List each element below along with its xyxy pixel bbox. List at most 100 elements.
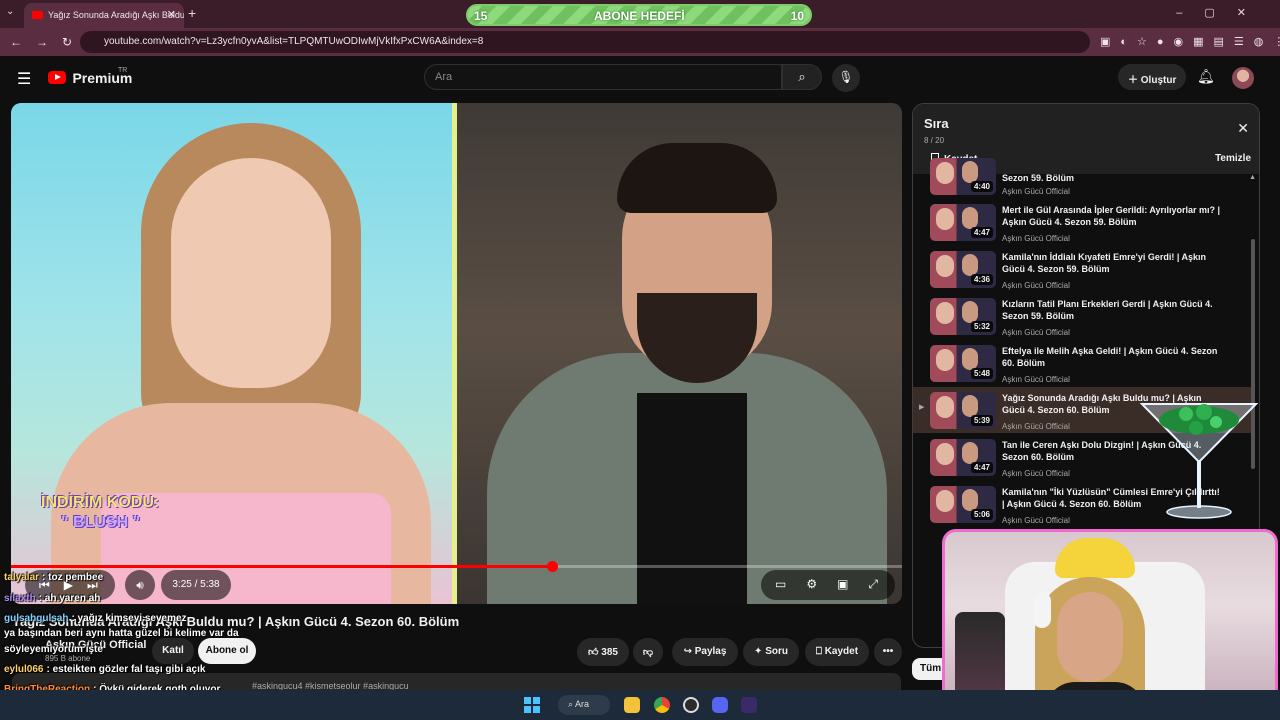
video-frame-right <box>457 103 902 604</box>
thumbnail-person <box>962 348 978 370</box>
goal-current: 15 <box>474 9 488 23</box>
playlist-item[interactable]: 4:36 Kamila'nın İddialı Kıyafeti Emre'yi … <box>913 246 1253 292</box>
share-button[interactable]: ↪ Paylaş <box>672 638 738 666</box>
video-person-face <box>171 158 331 388</box>
share-icon: ↪ <box>683 646 695 657</box>
player-settings-controls[interactable]: ▭⚙▣⤢ <box>761 570 895 600</box>
obs-icon[interactable] <box>683 697 699 713</box>
chat-message: ya başından beri aynı hatta güzel bi kel… <box>4 628 239 639</box>
discord-icon[interactable] <box>712 697 728 713</box>
playlist-item-title[interactable]: Mert ile Gül Arasında İpler Gerildi: Ayr… <box>1002 204 1224 228</box>
youtube-play-icon <box>48 71 66 85</box>
chat-message: söyleyemiyorum işte <box>4 644 103 655</box>
thumbnail-person <box>962 254 978 276</box>
chat-text: ya başından beri aynı hatta güzel bi kel… <box>4 628 239 639</box>
save-button[interactable]: ⎕ Kaydet <box>805 638 869 666</box>
new-tab-button[interactable]: + <box>188 5 196 21</box>
filter-chip-all[interactable]: Tüm <box>912 658 942 680</box>
file-explorer-icon[interactable] <box>624 697 640 713</box>
playlist-item-title[interactable]: Sezon 59. Bölüm <box>1002 172 1224 184</box>
search-input[interactable]: Ara <box>424 64 782 90</box>
thumbnail-person <box>962 207 978 229</box>
goal-target: 10 <box>790 9 804 23</box>
playlist-item-title[interactable]: Kızların Tatil Planı Erkekleri Gerdi | A… <box>1002 298 1224 322</box>
thumbnail-person <box>936 443 954 465</box>
playlist-item-title[interactable]: Eftelya ile Melih Aşka Geldi! | Aşkın Gü… <box>1002 345 1224 369</box>
subscribe-button[interactable]: Abone ol <box>198 638 256 664</box>
extension-icons[interactable]: ▣◐☆●◉▦▤☰◍⋮ <box>1100 35 1280 48</box>
progress-scrubber[interactable] <box>546 561 558 572</box>
thumbnail-person <box>936 208 954 230</box>
windows-taskbar: ⌕ Ara <box>0 690 1280 720</box>
thumbnail-person <box>936 255 954 277</box>
browser-toolbar: ←→↻ youtube.com/watch?v=Lz3ycfn0yvA&list… <box>0 28 1280 56</box>
window-controls[interactable]: –▢✕ <box>1176 6 1268 19</box>
playlist-item[interactable]: 5:32 Kızların Tatil Planı Erkekleri Gerdi… <box>913 293 1253 339</box>
hamburger-icon[interactable]: ☰ <box>17 69 31 89</box>
tab-close-icon[interactable]: ✕ <box>167 8 176 21</box>
app-icon[interactable] <box>741 697 757 713</box>
playlist-thumbnail[interactable]: 5:48 <box>930 345 996 382</box>
nav-buttons[interactable]: ←→↻ <box>10 35 86 49</box>
chat-username: talyalar <box>4 572 40 583</box>
join-button[interactable]: Katıl <box>152 638 194 664</box>
bell-icon[interactable]: 🔔︎ <box>1197 68 1215 85</box>
progress-bar[interactable] <box>11 561 902 572</box>
volume-button[interactable]: 🔊︎ <box>125 570 155 600</box>
video-duration: 4:36 <box>970 274 993 285</box>
playlist-thumbnail[interactable]: 4:40 <box>930 158 996 195</box>
playlist-thumbnail[interactable]: 5:39 <box>930 392 996 429</box>
playlist-count: 8 / 20 <box>924 136 945 145</box>
thumbnail-person <box>936 349 954 371</box>
thumbnail-person <box>962 489 978 511</box>
tab-search-icon[interactable]: ⌄ <box>6 6 14 17</box>
dislike-button[interactable]: 👎︎ <box>633 638 663 666</box>
chat-username: gulsahgulsah <box>4 613 69 624</box>
playlist-thumbnail[interactable]: 5:06 <box>930 486 996 523</box>
thumbnail-person <box>936 162 954 184</box>
playlist-thumbnail[interactable]: 4:47 <box>930 204 996 241</box>
more-actions-button[interactable]: ••• <box>874 638 902 666</box>
video-frame-left: İNDİRİM KODU: " BLUSH " <box>11 103 454 604</box>
dislike-icon: 👎︎ <box>642 647 654 658</box>
save-label: Kaydet <box>824 646 859 657</box>
promo-code-overlay: İNDİRİM KODU: " BLUSH " <box>41 493 159 533</box>
subscriber-goal-overlay: 15 ABONE HEDEFİ 10 <box>466 4 812 26</box>
playlist-clear-button[interactable]: Temizle <box>1215 153 1251 164</box>
address-bar[interactable]: youtube.com/watch?v=Lz3ycfn0yvA&list=TLP… <box>80 31 1090 53</box>
chat-text: söyleyemiyorum işte <box>4 644 103 655</box>
playlist-thumbnail[interactable]: 5:32 <box>930 298 996 335</box>
taskbar-search[interactable]: ⌕ Ara <box>558 695 610 715</box>
video-duration: 4:40 <box>970 181 993 192</box>
create-button[interactable]: ＋ Oluştur <box>1118 64 1186 90</box>
playlist-item[interactable]: 4:47 Mert ile Gül Arasında İpler Gerildi:… <box>913 199 1253 245</box>
like-button[interactable]: 👍︎ 385 <box>577 638 629 666</box>
avatar[interactable] <box>1232 67 1254 89</box>
browser-tab[interactable]: Yağız Sonunda Aradığı Aşkı Buldu mu? | A… <box>24 3 184 28</box>
chrome-icon[interactable] <box>654 697 670 713</box>
webcam-headset <box>1033 592 1051 628</box>
playlist-item-title[interactable]: Kamila'nın İddialı Kıyafeti Emre'yi Gerd… <box>1002 251 1224 275</box>
playlist-thumbnail[interactable]: 4:36 <box>930 251 996 288</box>
mic-button[interactable]: 🎙︎ <box>832 64 860 92</box>
logo-country: TR <box>118 67 128 74</box>
youtube-header: ☰ Premium TR Ara ⌕ 🎙︎ ＋ Oluştur 🔔︎ <box>0 56 1270 100</box>
martini-glass-icon <box>1139 403 1259 519</box>
search-icon: ⌕ <box>798 69 806 84</box>
ask-button[interactable]: ✦ Soru <box>743 638 799 666</box>
thumbnail-person <box>936 490 954 512</box>
playlist-thumbnail[interactable]: 4:47 <box>930 439 996 476</box>
video-player[interactable]: İNDİRİM KODU: " BLUSH " ⏮▶⏭ 🔊︎ 3:25 / 5:… <box>11 103 902 604</box>
close-icon[interactable]: ✕ <box>1237 120 1249 137</box>
scroll-up-icon[interactable]: ▲ <box>1249 174 1256 181</box>
bookmark-icon: ⎕ <box>815 646 825 657</box>
playlist-item[interactable]: 5:48 Eftelya ile Melih Aşka Geldi! | Aşkı… <box>913 340 1253 386</box>
progress-fill <box>11 565 552 568</box>
mic-icon: 🎙︎ <box>838 70 854 84</box>
playlist-item[interactable]: 4:40 Sezon 59. Bölüm Aşkın Gücü Official <box>913 158 1253 196</box>
youtube-logo[interactable]: Premium TR <box>48 67 132 87</box>
chat-message: gulsahgulsah: yağız kimseyi sevemez <box>4 613 187 624</box>
windows-start-icon[interactable] <box>524 697 540 713</box>
search-button[interactable]: ⌕ <box>782 64 822 90</box>
url-text: youtube.com/watch?v=Lz3ycfn0yvA&list=TLP… <box>104 36 484 47</box>
